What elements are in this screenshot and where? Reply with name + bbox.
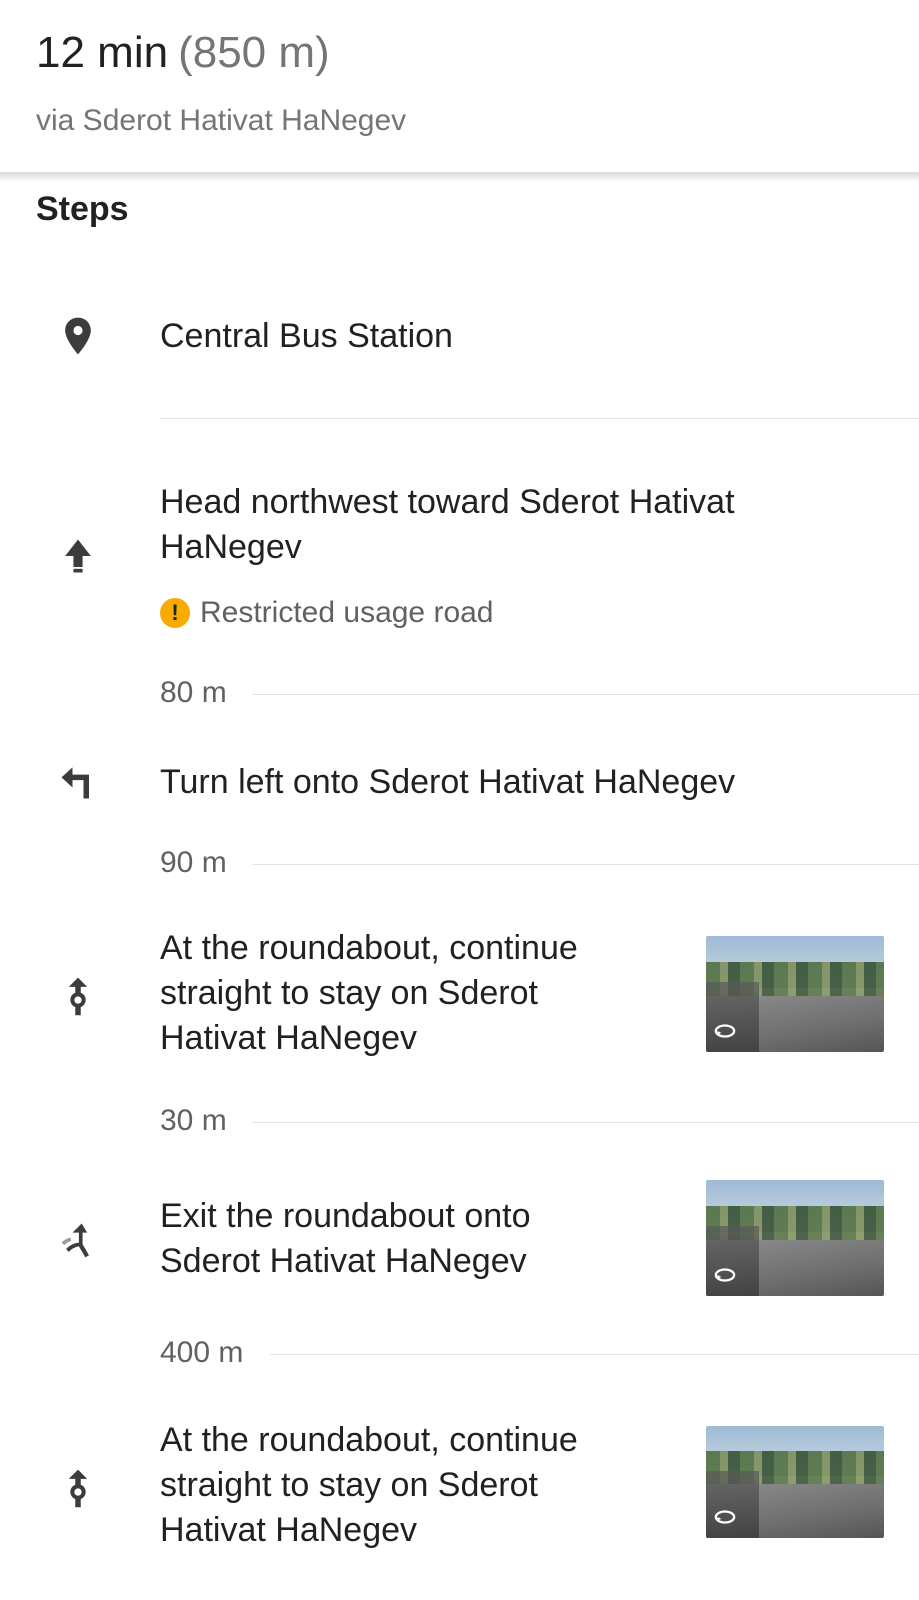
steps-heading: Steps: [36, 190, 129, 228]
location-pin-icon: [56, 314, 100, 358]
header-divider: [0, 172, 919, 182]
step-divider: [160, 418, 919, 419]
step-line: Head northwest toward Sderot Hativat: [160, 483, 735, 521]
step-line: HaNegev: [160, 528, 302, 566]
step-instruction: Exit the roundabout onto Sderot Hativat …: [160, 1194, 531, 1284]
distance-divider: [252, 1122, 919, 1123]
step-line: Hativat HaNegev: [160, 1511, 418, 1549]
step-instruction: Turn left onto Sderot Hativat HaNegev: [160, 763, 736, 801]
distance-divider: [270, 1354, 919, 1355]
street-view-thumbnail[interactable]: [706, 1426, 884, 1538]
route-distance: (850 m): [178, 28, 330, 77]
step-distance: 90 m: [160, 846, 227, 879]
exclamation-icon: !: [160, 598, 190, 628]
route-duration-row: 12 min (850 m): [36, 28, 330, 78]
step-line: At the roundabout, continue: [160, 929, 578, 967]
step-instruction: Head northwest toward Sderot Hativat HaN…: [160, 480, 735, 570]
step-distance: 80 m: [160, 676, 227, 709]
roundabout-straight-icon: [56, 1466, 100, 1510]
step-line: Hativat HaNegev: [160, 1019, 418, 1057]
step-line: straight to stay on Sderot: [160, 974, 538, 1012]
roundabout-straight-icon: [56, 974, 100, 1018]
turn-left-icon: [56, 760, 100, 804]
street-view-thumbnail[interactable]: [706, 936, 884, 1052]
street-view-icon: [714, 1510, 736, 1524]
step-item[interactable]: At the roundabout, continue straight to …: [0, 926, 919, 1066]
step-instruction: At the roundabout, continue straight to …: [160, 926, 578, 1061]
distance-divider: [252, 864, 919, 865]
origin-step[interactable]: Central Bus Station: [0, 300, 919, 380]
warning-text: Restricted usage road: [200, 596, 494, 629]
step-item[interactable]: Head northwest toward Sderot Hativat HaN…: [0, 480, 919, 650]
distance-divider: [252, 694, 919, 695]
street-view-icon: [714, 1268, 736, 1282]
route-summary-header: 12 min (850 m) via Sderot Hativat HaNegev: [0, 0, 919, 176]
route-via: via Sderot Hativat HaNegev: [36, 104, 407, 137]
route-duration: 12 min: [36, 28, 169, 77]
step-distance: 400 m: [160, 1336, 244, 1369]
step-item[interactable]: Turn left onto Sderot Hativat HaNegev: [0, 756, 919, 812]
step-line: Sderot Hativat HaNegev: [160, 1242, 527, 1280]
arrow-up-icon: [56, 534, 100, 578]
step-line: straight to stay on Sderot: [160, 1466, 538, 1504]
street-view-thumbnail[interactable]: [706, 1180, 884, 1296]
step-item[interactable]: At the roundabout, continue straight to …: [0, 1418, 919, 1558]
street-view-icon: [714, 1024, 736, 1038]
origin-label: Central Bus Station: [160, 317, 453, 355]
step-line: At the roundabout, continue: [160, 1421, 578, 1459]
step-warning: ! Restricted usage road: [160, 596, 494, 630]
step-distance: 30 m: [160, 1104, 227, 1137]
step-line: Exit the roundabout onto: [160, 1197, 531, 1235]
roundabout-exit-icon: [56, 1218, 100, 1262]
step-instruction: At the roundabout, continue straight to …: [160, 1418, 578, 1553]
step-item[interactable]: Exit the roundabout onto Sderot Hativat …: [0, 1180, 919, 1304]
